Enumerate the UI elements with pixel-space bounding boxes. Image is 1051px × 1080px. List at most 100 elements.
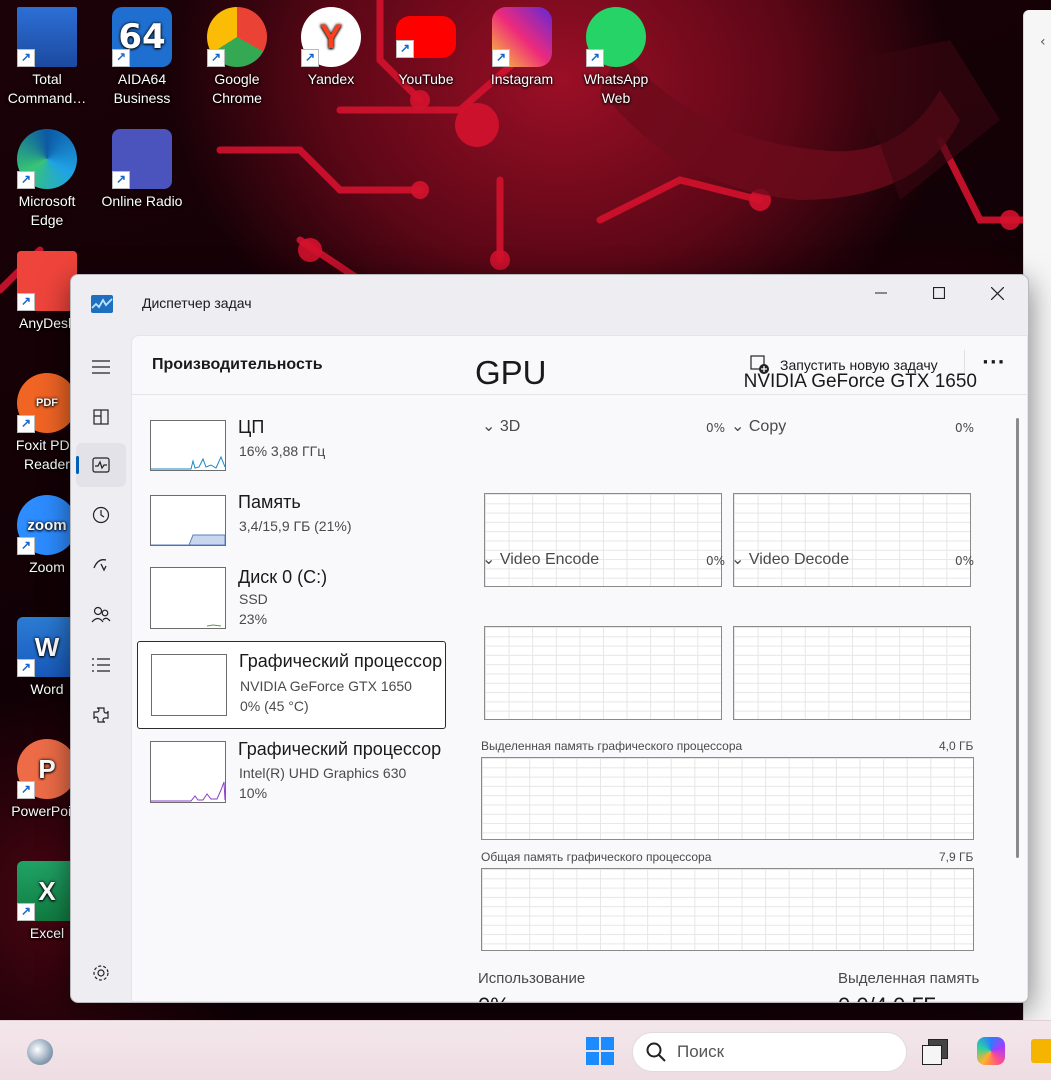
app-history-icon[interactable] — [76, 493, 126, 537]
desktop-icon-label: WhatsApp Web — [583, 71, 649, 106]
youtube-icon: ↗ — [396, 16, 456, 58]
more-options-icon[interactable]: ··· — [982, 352, 1006, 373]
shortcut-arrow-icon: ↗ — [112, 171, 130, 189]
shortcut-arrow-icon: ↗ — [17, 903, 35, 921]
gpu0-thumbnail-graph — [151, 654, 227, 716]
copilot-icon[interactable] — [977, 1037, 1005, 1065]
usage-label: Использование — [478, 970, 586, 987]
engine-video-decode-pct: 0% — [955, 554, 975, 568]
scrollbar[interactable] — [1016, 418, 1019, 858]
chevron-left-icon[interactable]: ‹ — [1040, 34, 1046, 50]
usage-value: 0% — [478, 993, 510, 1002]
nav-rail — [71, 335, 131, 1002]
shortcut-arrow-icon: ↗ — [396, 40, 414, 58]
device-name: Графический процессор 0 — [239, 651, 445, 671]
device-model: Intel(R) UHD Graphics 630 — [239, 765, 407, 781]
window-title: Диспетчер задач — [142, 295, 252, 311]
shortcut-arrow-icon: ↗ — [112, 49, 130, 67]
detail-gpu-name: NVIDIA GeForce GTX 1650 — [743, 371, 977, 392]
device-model: NVIDIA GeForce GTX 1650 — [240, 678, 412, 694]
desktop-shortcut-instagram[interactable]: ↗ Instagram — [476, 7, 568, 89]
aida64-icon: 64 ↗ — [112, 7, 172, 67]
maximize-button[interactable] — [910, 275, 968, 311]
content-area: Производительность Запустить новую задач… — [131, 335, 1028, 1002]
device-stat: 0% (45 °C) — [240, 698, 309, 714]
hamburger-menu-button[interactable] — [76, 345, 126, 389]
anydesk-icon: ↗ — [17, 251, 77, 311]
widgets-icon[interactable] — [27, 1039, 53, 1065]
close-button[interactable] — [968, 275, 1026, 311]
shortcut-arrow-icon: ↗ — [492, 49, 510, 67]
desktop-icon-label: Microsoft Edge — [18, 193, 76, 228]
search-box[interactable]: Поиск — [632, 1032, 907, 1072]
desktop-shortcut-chrome[interactable]: ↗ Google Chrome — [191, 7, 283, 108]
device-memory[interactable]: Память 3,4/15,9 ГБ (21%) — [137, 483, 444, 569]
desktop-icon-label: Total Command… — [7, 71, 87, 106]
engine-copy-pct: 0% — [955, 421, 975, 435]
dedicated-mem-stat-label: Выделенная память — [838, 970, 980, 987]
engine-3d-dropdown[interactable]: ⌄ 3D — [482, 416, 520, 436]
users-icon[interactable] — [76, 593, 126, 637]
foxit-icon: PDF ↗ — [17, 373, 77, 433]
shortcut-arrow-icon: ↗ — [301, 49, 319, 67]
device-stat: 3,4/15,9 ГБ (21%) — [239, 518, 352, 534]
engine-video-decode-dropdown[interactable]: ⌄ Video Decode — [731, 549, 849, 569]
desktop-shortcut-youtube[interactable]: ↗ YouTube — [380, 7, 472, 89]
page-title: Производительность — [152, 356, 323, 373]
shortcut-arrow-icon: ↗ — [207, 49, 225, 67]
desktop-icon-label: Yandex — [307, 71, 355, 87]
device-name: Диск 0 (C:) — [238, 567, 328, 587]
task-manager-app-icon — [91, 295, 113, 313]
processes-icon[interactable] — [76, 395, 126, 439]
shortcut-arrow-icon: ↗ — [17, 293, 35, 311]
desktop-shortcut-aida64[interactable]: 64 ↗ AIDA64 Business — [96, 7, 188, 108]
device-gpu-0[interactable]: Графический процессор 0 NVIDIA GeForce G… — [137, 641, 446, 729]
radio-icon: ↗ — [112, 129, 172, 189]
dedicated-memory-label: Выделенная память графического процессор… — [481, 739, 743, 753]
device-name: ЦП — [238, 417, 265, 437]
zoom-icon: zoom ↗ — [17, 495, 77, 555]
device-stat: 23% — [239, 611, 268, 627]
startup-apps-icon[interactable] — [76, 543, 126, 587]
file-explorer-icon[interactable] — [1031, 1039, 1051, 1063]
desktop-shortcut-yandex[interactable]: Y ↗ Yandex — [285, 7, 377, 89]
device-stat: 10% — [239, 785, 268, 801]
device-disk[interactable]: Диск 0 (C:) SSD 23% — [137, 558, 444, 644]
performance-icon[interactable] — [76, 443, 126, 487]
shortcut-arrow-icon: ↗ — [17, 171, 35, 189]
minimize-button[interactable] — [852, 275, 910, 311]
shortcut-arrow-icon: ↗ — [17, 49, 35, 67]
dedicated-memory-graph — [481, 757, 974, 840]
task-view-icon[interactable] — [922, 1037, 948, 1065]
desktop-shortcut-floppy-disk[interactable]: ↗ Total Command… — [1, 7, 93, 108]
settings-icon[interactable] — [76, 951, 126, 995]
engine-video-encode-pct: 0% — [706, 554, 726, 568]
desktop-icon-label: AIDA64 Business — [113, 71, 171, 106]
shortcut-arrow-icon: ↗ — [17, 659, 35, 677]
engine-video-encode-dropdown[interactable]: ⌄ Video Encode — [482, 549, 599, 569]
desktop-icon-label: Instagram — [490, 71, 554, 87]
services-icon[interactable] — [76, 693, 126, 737]
title-bar[interactable]: Диспетчер задач — [71, 275, 1028, 333]
device-stat: 16% 3,88 ГГц — [239, 443, 326, 459]
device-cpu[interactable]: ЦП 16% 3,88 ГГц — [137, 408, 444, 494]
desktop-shortcut-whatsapp[interactable]: ↗ WhatsApp Web — [570, 7, 662, 108]
word-icon: W ↗ — [17, 617, 77, 677]
taskbar: Поиск — [0, 1020, 1051, 1080]
yandex-icon: Y ↗ — [301, 7, 361, 67]
engine-copy-dropdown[interactable]: ⌄ Copy — [731, 416, 786, 436]
desktop-icon-label: Online Radio — [101, 193, 183, 209]
device-gpu-1[interactable]: Графический процессор 1 Intel(R) UHD Gra… — [137, 730, 444, 816]
device-name: Память — [238, 492, 301, 512]
shortcut-arrow-icon: ↗ — [17, 537, 35, 555]
details-icon[interactable] — [76, 643, 126, 687]
device-name: Графический процессор 1 — [238, 739, 444, 759]
detail-title: GPU — [475, 354, 547, 391]
search-icon — [646, 1042, 666, 1062]
desktop-shortcut-edge[interactable]: ↗ Microsoft Edge — [1, 129, 93, 230]
whatsapp-icon: ↗ — [586, 7, 646, 67]
start-button[interactable] — [586, 1037, 614, 1065]
desktop-shortcut-radio[interactable]: ↗ Online Radio — [96, 129, 188, 211]
shortcut-arrow-icon: ↗ — [17, 781, 35, 799]
instagram-icon: ↗ — [492, 7, 552, 67]
